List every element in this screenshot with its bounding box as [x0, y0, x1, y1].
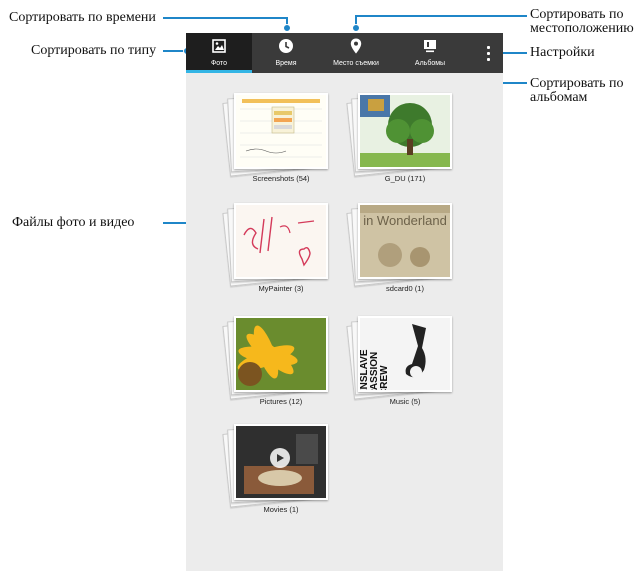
- leader-line-time: [163, 17, 288, 19]
- album-sdcard0[interactable]: in Wonderland sdcard0 (1): [345, 203, 465, 303]
- location-pin-icon: [350, 38, 362, 54]
- album-label: Pictures (12): [259, 397, 303, 406]
- tab-location[interactable]: Место съемки: [320, 33, 392, 73]
- leader-dot-location: [352, 24, 360, 32]
- album-thumbnail: in Wonderland: [358, 203, 452, 279]
- leader-line-location: [355, 15, 527, 17]
- tab-time-label: Время: [275, 60, 297, 67]
- tab-albums-label: Альбомы: [414, 60, 446, 67]
- play-icon[interactable]: [270, 448, 290, 468]
- album-thumbnail: [234, 203, 328, 279]
- album-label: Screenshots (54): [252, 174, 310, 183]
- tab-albums[interactable]: Альбомы: [392, 33, 468, 73]
- album-stack: [222, 203, 331, 287]
- album-pictures[interactable]: Pictures (12): [221, 316, 341, 416]
- callout-sort-by-albums: Сортировать по альбомам: [530, 77, 630, 105]
- tab-time[interactable]: Время: [252, 33, 320, 73]
- album-stack: [346, 93, 455, 177]
- album-label: MyPainter (3): [258, 284, 304, 293]
- callout-sort-by-albums-text: Сортировать по альбомам: [530, 76, 624, 105]
- album-stack: in Wonderland: [346, 203, 455, 287]
- album-stack: [222, 93, 331, 177]
- album-stack: [222, 316, 331, 400]
- callout-sort-by-location: Сортировать по местоположению: [530, 8, 638, 36]
- tab-photos[interactable]: Фото: [186, 33, 252, 73]
- album-thumbnail-text: in Wonderland: [363, 213, 447, 228]
- album-thumbnail: [358, 93, 452, 169]
- album-screenshots[interactable]: Screenshots (54): [221, 93, 341, 193]
- callout-sort-by-type: Сортировать по типу: [31, 43, 157, 58]
- tab-photos-label: Фото: [210, 60, 228, 67]
- album-stack: [222, 424, 331, 508]
- album-thumbnail: [234, 93, 328, 169]
- album-label: Movies (1): [263, 505, 299, 514]
- album-mypainter[interactable]: MyPainter (3): [221, 203, 341, 303]
- callout-settings: Настройки: [530, 45, 595, 60]
- album-label: G_DU (171): [384, 174, 426, 183]
- callout-sort-by-time: Сортировать по времени: [9, 10, 156, 25]
- album-thumbnail: [234, 424, 328, 500]
- album-g-du[interactable]: G_DU (171): [345, 93, 465, 193]
- gallery-tab-bar: Фото Время Место съемки Альбомы: [186, 33, 503, 73]
- clock-icon: [278, 38, 294, 54]
- callout-sort-by-location-text: Сортировать по местоположению: [530, 7, 634, 36]
- photo-icon: [212, 38, 226, 54]
- album-thumbnail: [234, 316, 328, 392]
- album-label: Music (5): [389, 397, 421, 406]
- leader-dot-time: [283, 24, 291, 32]
- overflow-menu-icon[interactable]: [476, 33, 500, 73]
- album-thumbnail: ENSLAVE PASSION CREW: [358, 316, 452, 392]
- album-stack: ENSLAVE PASSION CREW: [346, 316, 455, 400]
- gallery-screen: Фото Время Место съемки Альбомы Screensh…: [186, 33, 503, 571]
- callout-photo-video-files: Файлы фото и видео: [12, 215, 135, 230]
- album-movies[interactable]: Movies (1): [221, 424, 341, 524]
- tab-location-label: Место съемки: [333, 60, 379, 67]
- album-label: sdcard0 (1): [386, 284, 424, 293]
- album-icon: [423, 38, 437, 54]
- album-music[interactable]: ENSLAVE PASSION CREW Music (5): [345, 316, 465, 416]
